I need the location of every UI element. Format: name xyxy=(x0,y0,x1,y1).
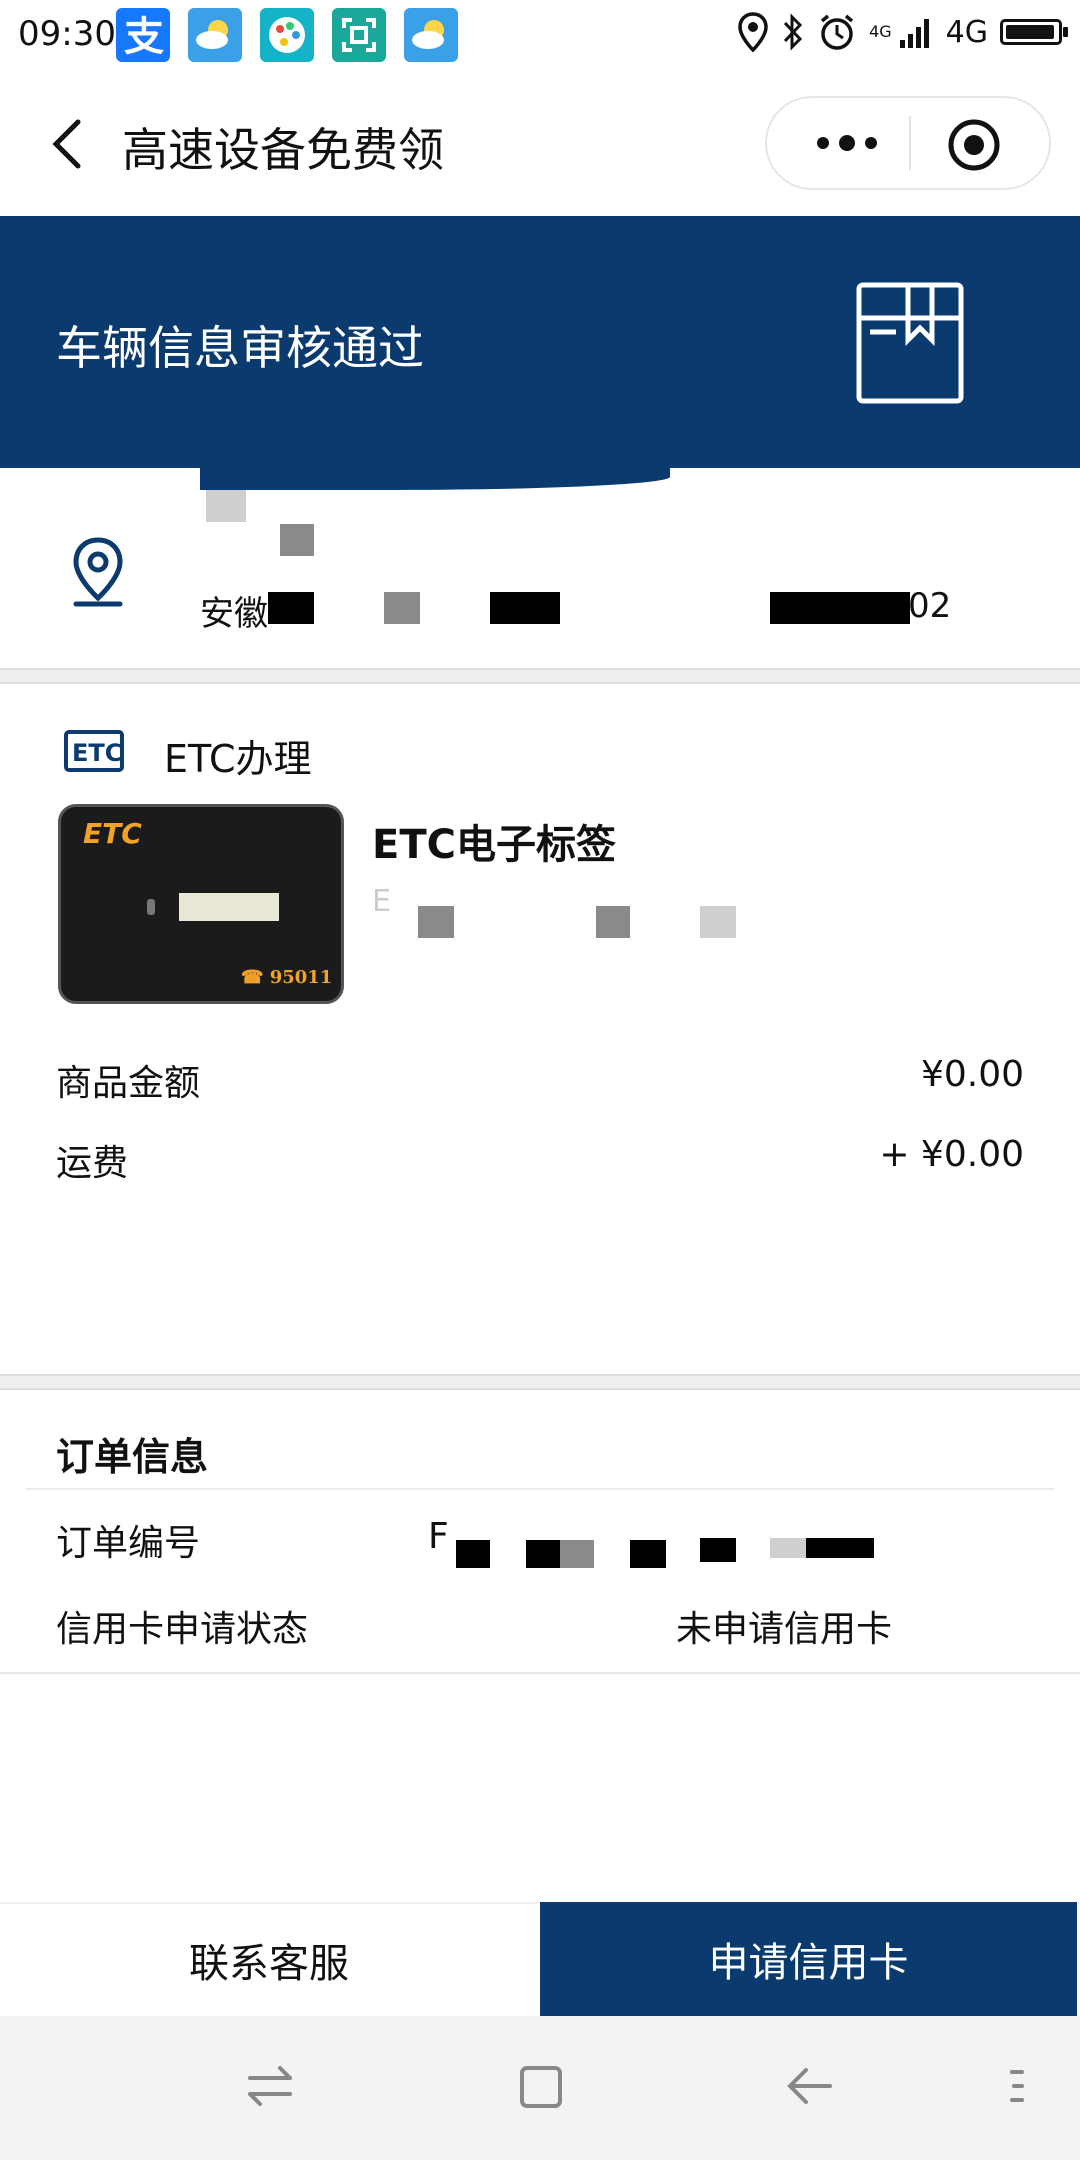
more-dots-icon xyxy=(817,135,877,151)
etc-logo-icon: ETC xyxy=(64,730,124,772)
order-number-label: 订单编号 xyxy=(56,1523,201,1564)
battery-icon xyxy=(1000,19,1068,45)
target-icon xyxy=(948,119,1000,171)
contact-service-button[interactable]: 联系客服 xyxy=(0,1902,538,2016)
network-label: 4G xyxy=(945,14,988,50)
location-icon xyxy=(738,12,768,52)
card-status-label: 信用卡申请状态 xyxy=(56,1609,309,1650)
alarm-icon xyxy=(820,14,854,50)
order-divider xyxy=(26,1488,1054,1490)
bookmark-box-icon xyxy=(856,282,964,404)
price-value: ¥0.00 xyxy=(920,1054,1024,1095)
back-arrow-icon[interactable] xyxy=(780,2056,840,2116)
switch-apps-icon[interactable] xyxy=(240,2056,300,2116)
device-led xyxy=(147,899,155,915)
redacted-block xyxy=(280,524,314,556)
back-button[interactable] xyxy=(42,114,102,174)
section-divider xyxy=(0,1374,1080,1390)
status-bar: 09:30 支 4G 4G xyxy=(0,0,1080,72)
service-label: ETC办理 xyxy=(164,737,312,781)
device-window xyxy=(179,893,279,921)
bluetooth-icon xyxy=(783,13,803,51)
home-icon[interactable] xyxy=(510,2056,570,2116)
etc-device-image: ETC ☎ 95011 xyxy=(58,804,344,1004)
product-subtitle: E xyxy=(372,884,391,919)
redacted-block xyxy=(630,1540,666,1568)
status-indicators: 4G 4G xyxy=(737,12,1068,52)
status-time: 09:30 xyxy=(18,14,116,54)
redacted-block xyxy=(206,490,246,522)
redacted-block xyxy=(806,1538,874,1558)
address-text: 安徽 xyxy=(200,594,268,634)
capsule-divider xyxy=(909,116,911,170)
price-label: 商品金额 xyxy=(56,1063,201,1104)
redacted-block xyxy=(490,592,560,624)
weather-icon xyxy=(188,8,242,62)
alipay-icon: 支 xyxy=(116,8,170,62)
redacted-block xyxy=(268,592,314,624)
redaction-smear xyxy=(200,468,670,490)
redacted-block xyxy=(700,1538,736,1562)
redacted-block xyxy=(770,1538,806,1558)
menu-lines-icon[interactable] xyxy=(1000,2056,1060,2116)
weather-icon xyxy=(404,8,458,62)
redacted-block xyxy=(456,1540,490,1568)
shipping-value: + ¥0.00 xyxy=(879,1134,1024,1175)
chevron-left-icon xyxy=(52,119,81,169)
location-pin-icon xyxy=(73,537,123,607)
review-status-title: 车辆信息审核通过 xyxy=(56,321,424,375)
shipping-address[interactable]: 安徽 02 xyxy=(0,468,1080,672)
card-status-value: 未申请信用卡 xyxy=(676,1609,893,1650)
redacted-block xyxy=(700,906,736,938)
status-banner: 车辆信息审核通过 xyxy=(0,216,1080,468)
address-text-suffix: 02 xyxy=(908,586,952,626)
redacted-block xyxy=(526,1540,560,1568)
apply-credit-card-button[interactable]: 申请信用卡 xyxy=(540,1902,1077,2016)
redacted-block xyxy=(560,1540,594,1568)
redacted-block xyxy=(384,592,420,624)
device-phone: ☎ 95011 xyxy=(241,967,333,988)
scan-icon xyxy=(332,8,386,62)
more-button[interactable] xyxy=(807,118,887,168)
signal-icon xyxy=(899,19,929,48)
close-mini-program-button[interactable] xyxy=(945,116,1003,174)
palette-icon xyxy=(260,8,314,62)
order-info: 订单信息 订单编号 F 信用卡申请状态 未申请信用卡 xyxy=(0,1390,1080,1674)
network-small-label: 4G xyxy=(869,22,892,41)
svg-text:支: 支 xyxy=(124,14,164,60)
etc-order-card: ETC ETC办理 ETC ☎ 95011 ETC电子标签 E 商品金额 ¥0.… xyxy=(0,684,1080,1374)
section-divider xyxy=(0,668,1080,684)
page-title: 高速设备免费领 xyxy=(122,123,444,177)
title-bar: 高速设备免费领 xyxy=(0,72,1080,216)
order-info-title: 订单信息 xyxy=(56,1435,209,1479)
redacted-block xyxy=(770,592,910,624)
device-logo: ETC xyxy=(83,817,142,850)
product-name: ETC电子标签 xyxy=(372,822,616,868)
order-bottom-line xyxy=(0,1672,1080,1674)
mini-program-capsule xyxy=(765,96,1051,190)
redacted-block xyxy=(596,906,630,938)
order-number-value: F xyxy=(428,1516,449,1557)
system-nav-bar xyxy=(0,2016,1080,2160)
svg-text:ETC: ETC xyxy=(72,739,122,767)
shipping-label: 运费 xyxy=(56,1143,129,1184)
redacted-block xyxy=(418,906,454,938)
